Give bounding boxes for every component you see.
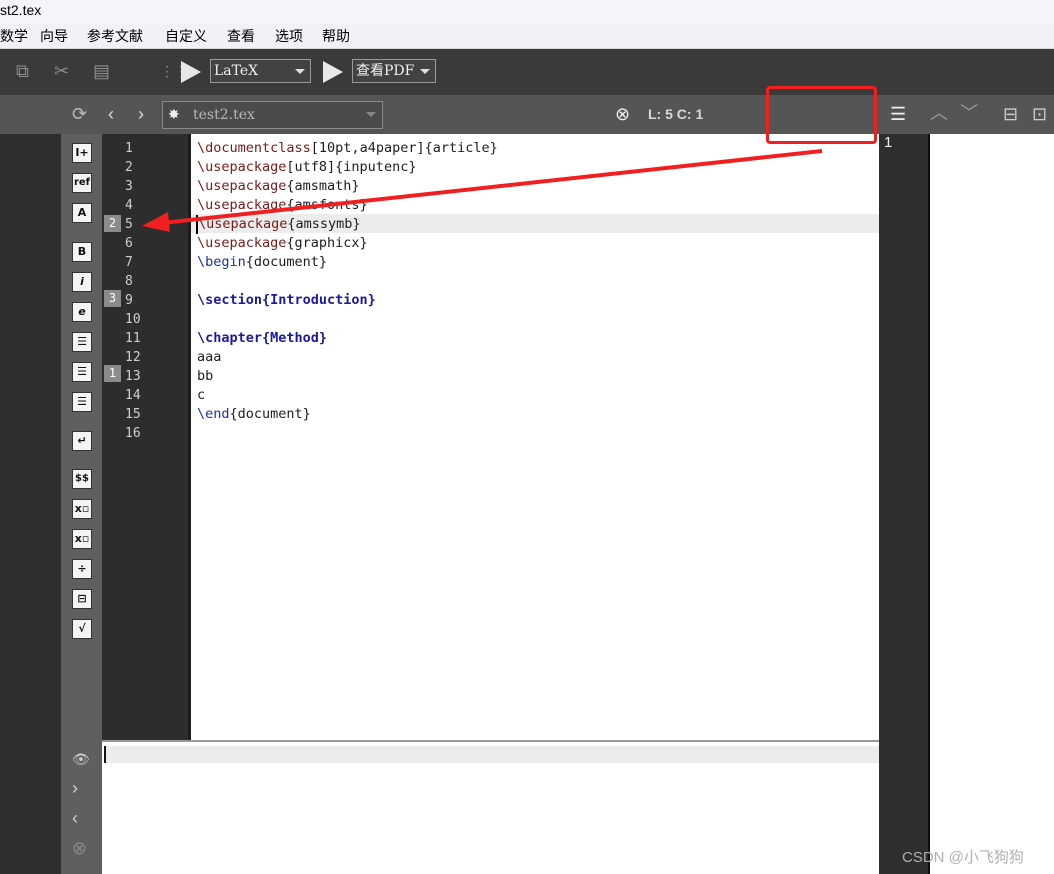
title-bar: st2.tex bbox=[0, 0, 1054, 23]
menu-help[interactable]: 帮助 bbox=[322, 26, 350, 46]
modified-icon: ✸ bbox=[168, 107, 180, 123]
newline-icon[interactable]: ↵ bbox=[72, 431, 92, 451]
menu-math[interactable]: 数学 bbox=[0, 26, 28, 46]
texstudio-window: st2.tex 数学 向导 参考文献 自定义 查看 选项 帮助 ⧉ ✂ ▤ ⋮⋮… bbox=[0, 0, 1054, 874]
menu-view[interactable]: 查看 bbox=[227, 26, 255, 46]
code-line: \usepackage[utf8]{inputenc} bbox=[197, 159, 417, 175]
preview-eye-icon[interactable]: 👁 bbox=[72, 750, 90, 768]
line-number: 3 bbox=[125, 179, 133, 194]
align-right-icon[interactable]: ☰ bbox=[72, 392, 92, 412]
fraction-icon[interactable]: ⊟ bbox=[72, 589, 92, 609]
forward-icon[interactable]: › bbox=[138, 104, 144, 124]
copy-icon[interactable]: ⧉ bbox=[16, 61, 29, 81]
compile-select[interactable]: LaTeX bbox=[210, 59, 311, 83]
bookmark-marker[interactable]: 1 bbox=[104, 365, 121, 382]
line-number: 4 bbox=[125, 198, 133, 213]
line-number: 16 bbox=[125, 426, 141, 441]
window-title: st2.tex bbox=[0, 2, 42, 18]
document-tab-bar: ⟳ ‹ › ⊗ L: 5 C: 1 1 2 3 ☰ ︿ ﹀ ⊟ ⊡ bbox=[0, 95, 1054, 219]
line-number: 11 bbox=[125, 331, 141, 346]
line-number: 12 bbox=[125, 350, 141, 365]
superscript-icon[interactable]: x▫ bbox=[72, 529, 92, 549]
sqrt-icon[interactable]: √ bbox=[72, 619, 92, 639]
line-number: 9 bbox=[125, 293, 133, 308]
code-line: \usepackage{graphicx} bbox=[197, 235, 368, 251]
bookmark-marker[interactable]: 2 bbox=[104, 215, 121, 232]
pdf-gutter: 1 bbox=[879, 134, 928, 874]
line-number: 14 bbox=[125, 388, 141, 403]
pdf-page-number: 1 bbox=[884, 134, 893, 151]
chevron-down-icon bbox=[420, 69, 430, 74]
align-center-icon[interactable]: ☰ bbox=[72, 362, 92, 382]
chevron-up-icon[interactable]: ︿ bbox=[930, 103, 948, 123]
main-toolbar: ⧉ ✂ ▤ ⋮⋮ LaTeX 查看PDF bbox=[0, 49, 1054, 95]
file-tab-select[interactable]: ✸ test2.tex bbox=[162, 101, 383, 129]
ref-icon[interactable]: ref bbox=[72, 173, 92, 193]
math-mode-icon[interactable]: $$ bbox=[72, 469, 92, 489]
code-line: \usepackage{amsfonts} bbox=[197, 197, 368, 213]
fit-page-icon[interactable]: ⊡ bbox=[1032, 104, 1047, 124]
menu-bar: 数学 向导 参考文献 自定义 查看 选项 帮助 bbox=[0, 23, 1054, 49]
line-number: 8 bbox=[125, 274, 133, 289]
align-left-icon[interactable]: ☰ bbox=[72, 332, 92, 352]
structure-icon[interactable]: ☰ bbox=[890, 104, 906, 124]
line-number: 1 bbox=[125, 141, 133, 156]
code-line: \chapter{Method} bbox=[197, 330, 328, 346]
back-icon[interactable]: ‹ bbox=[108, 104, 114, 124]
menu-macros[interactable]: 自定义 bbox=[165, 26, 207, 46]
line-number: 10 bbox=[125, 312, 141, 327]
collapse-panel-icon[interactable]: ‹ bbox=[72, 809, 78, 827]
emphasize-icon[interactable]: e bbox=[72, 302, 92, 322]
menu-bibliography[interactable]: 参考文献 bbox=[87, 26, 143, 46]
annotation-box bbox=[766, 86, 877, 144]
code-line: \usepackage{amssymb} bbox=[196, 215, 361, 234]
italic-icon[interactable]: i bbox=[72, 272, 92, 292]
watermark: CSDN @小飞狗狗 bbox=[902, 849, 1024, 866]
view-run-icon[interactable] bbox=[323, 61, 343, 83]
build-run-icon[interactable] bbox=[181, 61, 201, 83]
line-number: 15 bbox=[125, 407, 141, 422]
expand-panel-icon[interactable]: › bbox=[72, 779, 78, 797]
chevron-down-icon bbox=[366, 112, 376, 117]
refresh-icon[interactable]: ⟳ bbox=[72, 104, 87, 124]
subscript-icon[interactable]: x▫ bbox=[72, 499, 92, 519]
code-line: \section{Introduction} bbox=[197, 292, 376, 308]
line-number: 6 bbox=[125, 236, 133, 251]
line-number: 13 bbox=[125, 369, 141, 384]
code-line: c bbox=[197, 387, 206, 403]
bookmark-marker[interactable]: 3 bbox=[104, 290, 121, 307]
code-line: \documentclass[10pt,a4paper]{article} bbox=[197, 140, 498, 156]
bold-icon[interactable]: B bbox=[72, 242, 92, 262]
compile-select-value: LaTeX bbox=[214, 63, 259, 79]
file-tab-label: test2.tex bbox=[193, 107, 255, 123]
view-select[interactable]: 查看PDF bbox=[352, 59, 436, 83]
view-select-value: 查看PDF bbox=[356, 63, 415, 79]
font-size-icon[interactable]: A bbox=[72, 203, 92, 223]
cursor-status: L: 5 C: 1 bbox=[648, 106, 704, 122]
menu-options[interactable]: 选项 bbox=[275, 26, 303, 46]
cut-icon[interactable]: ✂ bbox=[54, 61, 69, 81]
code-line: \begin{document} bbox=[197, 254, 328, 270]
close-file-icon[interactable]: ⊗ bbox=[615, 104, 630, 124]
code-line: aaa bbox=[197, 349, 222, 365]
code-line: bb bbox=[197, 368, 214, 384]
paste-icon[interactable]: ▤ bbox=[93, 61, 110, 81]
code-line: \end{document} bbox=[197, 406, 311, 422]
code-line: \usepackage{amsmath} bbox=[197, 178, 360, 194]
pdf-viewer[interactable] bbox=[928, 134, 1054, 874]
menu-wizard[interactable]: 向导 bbox=[40, 26, 68, 46]
close-panel-icon[interactable]: ⊗ bbox=[72, 839, 87, 857]
line-number: 2 bbox=[125, 160, 133, 175]
insert-structure-icon[interactable]: I+ bbox=[72, 143, 92, 163]
chevron-down-icon bbox=[295, 69, 305, 74]
fit-width-icon[interactable]: ⊟ bbox=[1003, 104, 1018, 124]
message-input[interactable] bbox=[104, 746, 879, 763]
chevron-down-icon[interactable]: ﹀ bbox=[960, 103, 978, 123]
line-number: 7 bbox=[125, 255, 133, 270]
division-icon[interactable]: ÷ bbox=[72, 559, 92, 579]
left-dock bbox=[0, 134, 61, 874]
line-number: 5 bbox=[125, 217, 133, 232]
